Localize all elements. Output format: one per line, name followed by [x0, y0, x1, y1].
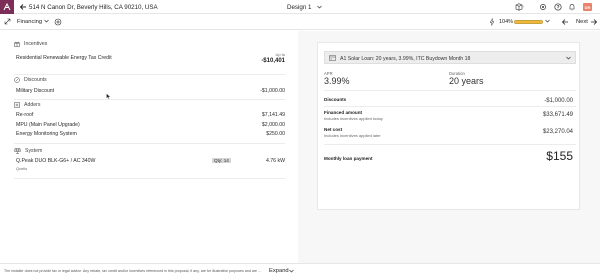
- sub-header: Financing 104% Next: [0, 14, 600, 30]
- design-selector[interactable]: Design 1: [287, 4, 322, 11]
- net-cost-note: Includes incentives applied later: [324, 133, 381, 138]
- notif-wrap: [567, 2, 577, 12]
- adder-row[interactable]: Energy Monitoring System $250.00: [16, 131, 285, 137]
- next-button[interactable]: Next: [576, 19, 588, 25]
- loan-product-select[interactable]: A1 Solar Loan: 20 years, 3.99%, ITC Buyd…: [324, 51, 576, 64]
- chevron-down-icon: [566, 56, 571, 59]
- incentives-header: Incentives: [14, 41, 47, 47]
- chevron-down-icon[interactable]: [545, 19, 550, 23]
- adders-title: Adders: [24, 102, 41, 108]
- adder-row[interactable]: MPU (Main Panel Upgrade) $2,000.00: [16, 122, 285, 128]
- top-header: 514 N Canon Dr, Beverly Hills, CA 90210,…: [0, 0, 600, 14]
- gift-icon: [14, 41, 20, 47]
- module-name: Q.Peak DUO BLK-G6+ / AC 340W: [16, 158, 96, 164]
- next-arrow-icon[interactable]: [590, 18, 598, 26]
- incentives-title: Incentives: [24, 41, 48, 47]
- monthly-payment-value: $155: [546, 149, 573, 163]
- net-cost-value: $23,270.04: [542, 129, 573, 135]
- disclaimer-text: The installer does not provide tax or le…: [4, 268, 262, 273]
- adder-label: Re-roof: [16, 112, 34, 118]
- bell-icon: [569, 4, 575, 11]
- module-quantity-badge: Qty: 14: [212, 158, 231, 163]
- divider: [324, 106, 576, 107]
- duration-value: 20 years: [449, 76, 484, 86]
- incentive-row[interactable]: Residential Renewable Energy Tax Credit: [16, 55, 285, 61]
- module-brand: Qcells: [16, 166, 28, 171]
- mouse-cursor-icon: [106, 93, 111, 100]
- discounts-section: Discounts Military Discount -$1,000.00: [14, 75, 285, 100]
- system-title: System: [25, 148, 43, 154]
- back-arrow-icon[interactable]: [19, 3, 27, 11]
- system-size: 4.76 kW: [265, 158, 285, 164]
- app-logo[interactable]: [0, 0, 14, 14]
- chevron-down-icon[interactable]: [289, 269, 294, 273]
- apr-value: 3.99%: [324, 76, 350, 86]
- net-cost-label: Net cost: [324, 127, 343, 132]
- help-icon: [554, 3, 562, 11]
- financed-amount-value: $33,671.49: [542, 112, 573, 118]
- divider: [324, 90, 576, 91]
- lightning-icon: [489, 18, 495, 26]
- cube-icon: [515, 3, 524, 11]
- system-row[interactable]: Q.Peak DUO BLK-G6+ / AC 340W 4.76 kW: [16, 158, 285, 164]
- system-section: System Q.Peak DUO BLK-G6+ / AC 340W 4.76…: [14, 144, 285, 179]
- design-label: Design 1: [287, 3, 312, 11]
- adder-label: Energy Monitoring System: [16, 131, 77, 137]
- adders-header: Adders: [14, 102, 40, 108]
- logo-icon: [3, 3, 11, 11]
- gear-icon: [540, 4, 546, 10]
- incentive-value: -$10,401: [261, 58, 285, 64]
- project-address: 514 N Canon Dr, Beverly Hills, CA 90210,…: [29, 3, 158, 11]
- settings-button[interactable]: [538, 2, 548, 12]
- help-button[interactable]: [553, 2, 563, 12]
- adder-row[interactable]: Re-roof $7,141.49: [16, 112, 285, 118]
- section-selector[interactable]: Financing: [17, 19, 42, 25]
- collapse-icon[interactable]: [4, 18, 11, 25]
- discounts-title: Discounts: [24, 77, 47, 83]
- discounts-header: Discounts: [14, 77, 47, 83]
- energy-offset-fill: [515, 21, 542, 23]
- adders-section: Adders Re-roof $7,141.49 MPU (Main Panel…: [14, 100, 285, 144]
- incentive-label: Residential Renewable Energy Tax Credit: [16, 55, 112, 61]
- monthly-payment-label: Monthly loan payment: [324, 156, 373, 161]
- adder-value: $7,141.49: [261, 112, 285, 118]
- discounts-summary-label: Discounts: [324, 97, 347, 102]
- help-wrap: [553, 2, 563, 12]
- discount-row[interactable]: Military Discount -$1,000.00: [16, 88, 285, 94]
- footer-bar: The installer does not provide tax or le…: [0, 263, 600, 276]
- adder-value: $2,000.00: [261, 122, 285, 128]
- previous-arrow-icon[interactable]: [561, 18, 569, 26]
- discount-value: -$1,000.00: [260, 88, 285, 94]
- incentives-section: Incentives Up to Residential Renewable E…: [14, 39, 285, 75]
- plus-square-icon: [14, 102, 20, 108]
- financed-amount-label: Financed amount: [324, 110, 363, 115]
- section-settings-icon[interactable]: [54, 18, 62, 26]
- user-avatar[interactable]: DR: [583, 3, 592, 11]
- pricing-panel: Incentives Up to Residential Renewable E…: [0, 31, 298, 263]
- notifications-button[interactable]: [567, 2, 577, 12]
- adder-value: $250.00: [266, 131, 285, 137]
- chevron-down-icon[interactable]: [44, 19, 49, 23]
- energy-offset-bar: [514, 20, 543, 24]
- loan-product-label: A1 Solar Loan: 20 years, 3.99%, ITC Buyd…: [340, 55, 471, 62]
- loan-summary-card: A1 Solar Loan: 20 years, 3.99%, ITC Buyd…: [317, 42, 580, 210]
- system-header: System: [14, 148, 42, 154]
- adder-label: MPU (Main Panel Upgrade): [16, 122, 80, 128]
- divider: [324, 144, 576, 145]
- expand-button[interactable]: Expand: [269, 268, 289, 274]
- bank-card-icon: [329, 55, 336, 61]
- header-icons: [514, 2, 524, 12]
- discount-label: Military Discount: [16, 88, 55, 94]
- settings-wrap: [538, 2, 548, 12]
- solar-panel-icon: [14, 148, 21, 154]
- summary-panel: A1 Solar Loan: 20 years, 3.99%, ITC Buyd…: [298, 31, 600, 263]
- chevron-down-icon: [317, 5, 322, 8]
- discounts-summary-value: -$1,000.00: [544, 98, 573, 104]
- cube-menu-button[interactable]: [514, 2, 524, 12]
- financed-amount-note: Includes incentives applied today: [324, 116, 383, 121]
- energy-offset-percent: 104%: [499, 19, 514, 25]
- discount-tag-icon: [14, 77, 20, 83]
